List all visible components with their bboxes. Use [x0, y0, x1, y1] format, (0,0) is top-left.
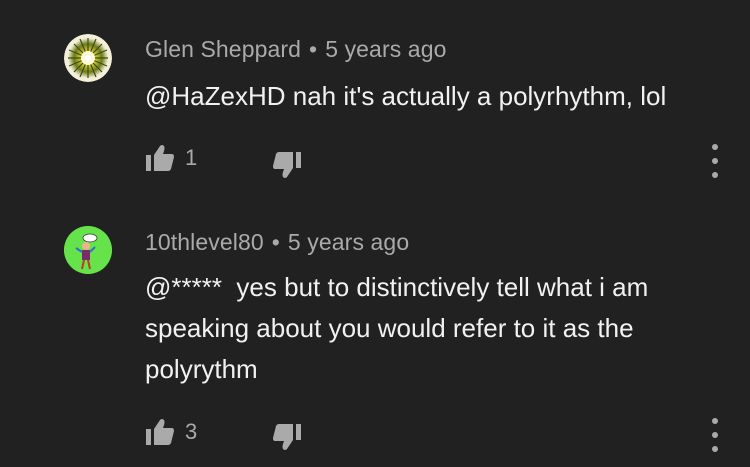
menu-dot — [712, 172, 718, 178]
comment-timestamp[interactable]: 5 years ago — [288, 229, 409, 255]
menu-dot — [712, 446, 718, 452]
dislike-button[interactable] — [272, 151, 302, 179]
comment-meta: Glen Sheppard • 5 years ago — [145, 36, 446, 63]
author-name[interactable]: Glen Sheppard — [145, 36, 301, 62]
comment-timestamp[interactable]: 5 years ago — [325, 36, 446, 62]
comment-meta: 10thlevel80 • 5 years ago — [145, 229, 409, 256]
meta-separator: • — [271, 229, 280, 255]
like-button[interactable]: 3 — [145, 418, 197, 446]
like-count: 3 — [185, 419, 198, 444]
menu-dot — [712, 158, 718, 164]
author-avatar[interactable] — [64, 226, 112, 274]
thumbs-up-icon — [146, 145, 174, 171]
meta-separator: • — [309, 36, 318, 62]
cartoon-figure-avatar-icon — [64, 226, 112, 274]
comment-text: @HaZexHD nah it's actually a polyrhythm,… — [145, 81, 667, 111]
comment-item: Glen Sheppard • 5 years ago @HaZexHD nah i… — [0, 0, 750, 200]
like-button[interactable]: 1 — [145, 144, 197, 172]
menu-dot — [712, 418, 718, 424]
thumbs-down-icon — [273, 424, 301, 450]
sunburst-avatar-icon — [64, 34, 112, 82]
menu-dot — [712, 432, 718, 438]
menu-dot — [712, 144, 718, 150]
more-options-icon[interactable] — [702, 418, 728, 452]
thumbs-down-icon — [273, 152, 301, 178]
author-name[interactable]: 10thlevel80 — [145, 229, 264, 255]
like-count: 1 — [185, 145, 198, 170]
comment-item: 10thlevel80 • 5 years ago @***** yes but t… — [0, 200, 750, 467]
dislike-button[interactable] — [272, 423, 302, 451]
more-options-icon[interactable] — [702, 144, 728, 178]
comment-text: @***** yes but to distinctively tell wha… — [145, 272, 656, 384]
thumbs-up-icon — [146, 419, 174, 445]
author-avatar[interactable] — [64, 34, 112, 82]
